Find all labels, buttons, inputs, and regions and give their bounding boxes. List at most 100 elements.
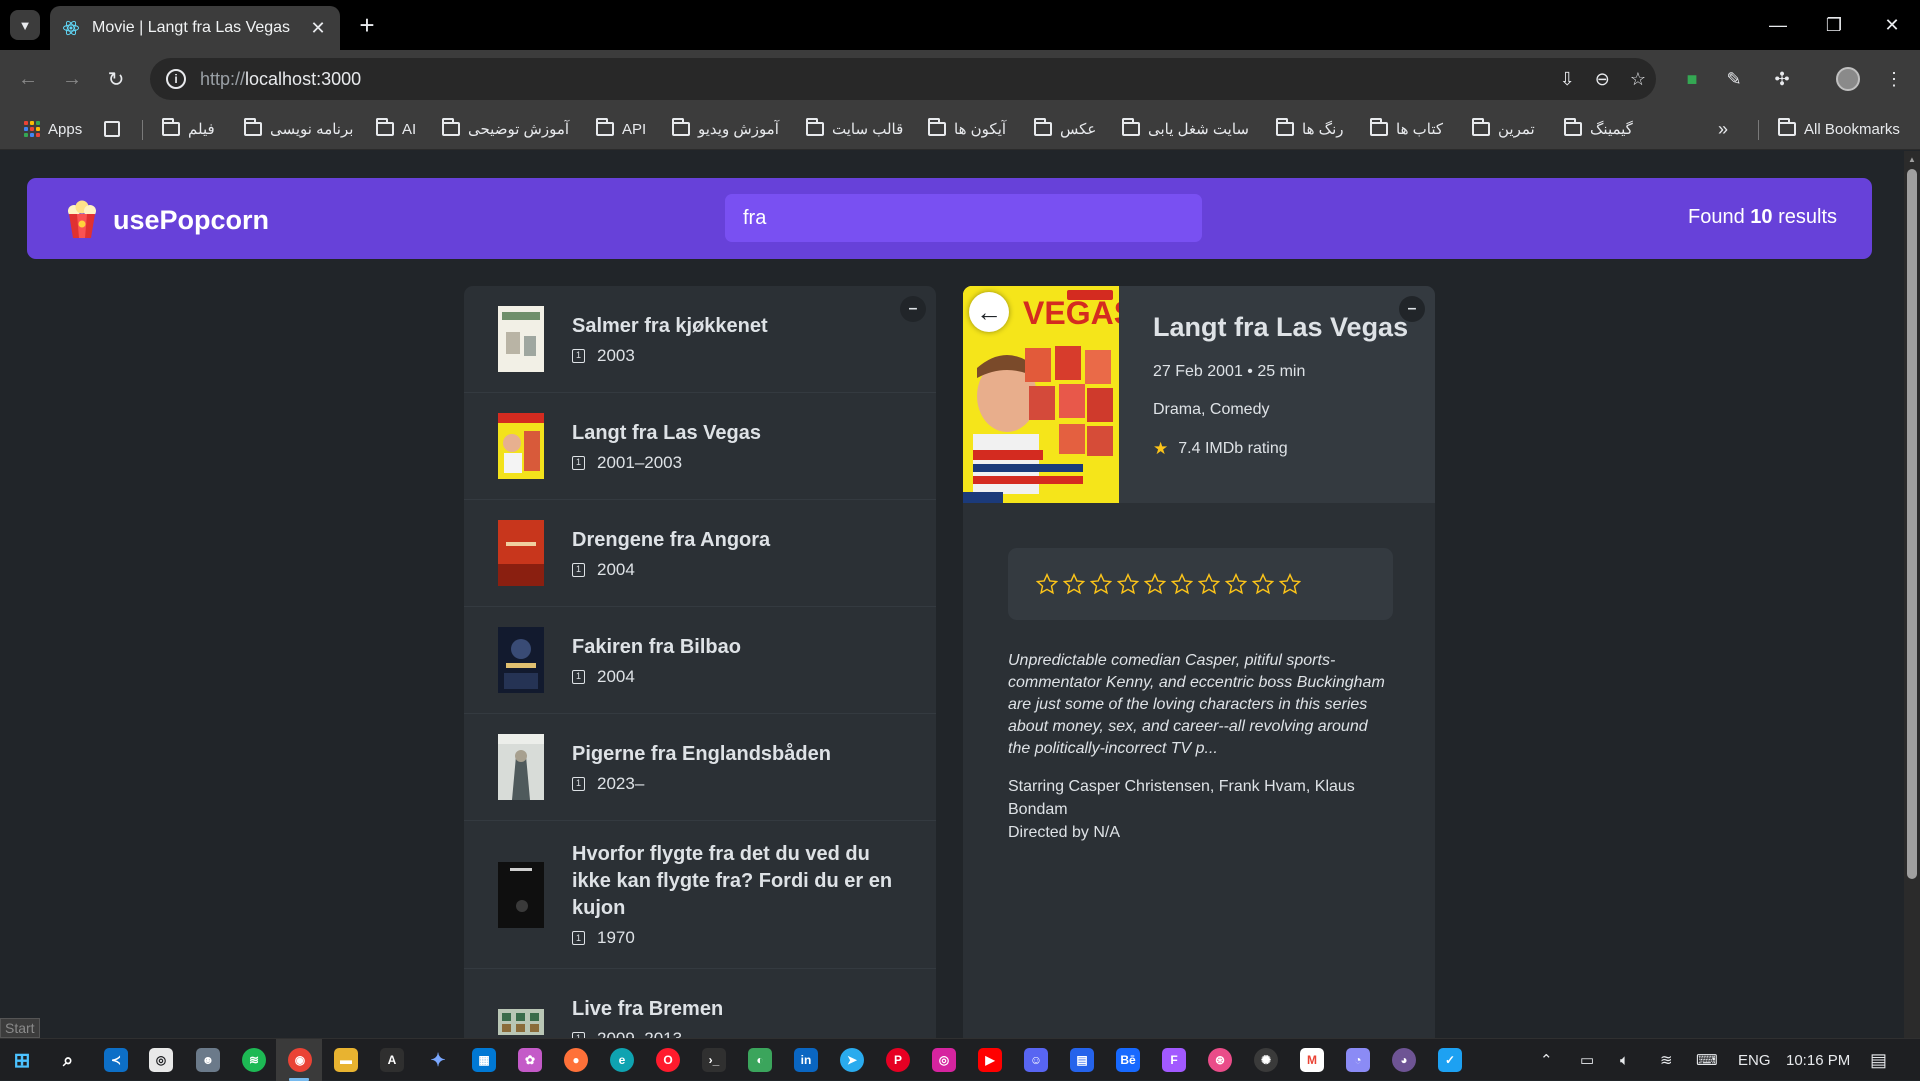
movie-list-item[interactable]: Salmer fra kjøkkenet 1 2003 [464, 286, 936, 393]
tab-close-icon[interactable]: ✕ [308, 18, 328, 38]
movie-list-item-selected[interactable]: Langt fra Las Vegas 1 2001–2003 [464, 393, 936, 500]
instagram-icon[interactable]: ◎ [932, 1048, 956, 1072]
vscode-icon[interactable]: ≺ [104, 1048, 128, 1072]
bookmark-folder[interactable]: AI [376, 118, 416, 140]
back-arrow-icon[interactable]: ← [12, 63, 44, 95]
bookmark-folder[interactable]: فیلم [162, 118, 215, 140]
address-bar[interactable]: i http://localhost:3000 ⇩ ⊖ ☆ [150, 58, 1656, 100]
telegram-icon[interactable]: ➤ [840, 1048, 864, 1072]
app-colorful-icon[interactable]: ✿ [518, 1048, 542, 1072]
rating-star-icon[interactable] [1090, 573, 1112, 595]
tab-groups-icon[interactable] [104, 118, 120, 140]
bookmark-folder[interactable]: آموزش ویدیو [672, 118, 779, 140]
clock[interactable]: 10:16 PM [1786, 1039, 1850, 1081]
rating-star-icon[interactable] [1144, 573, 1166, 595]
bookmark-star-icon[interactable]: ☆ [1630, 69, 1646, 90]
figma-icon[interactable]: F [1162, 1048, 1186, 1072]
minimize-button[interactable]: — [1758, 8, 1798, 42]
dribbble-icon[interactable]: ⊛ [1208, 1048, 1232, 1072]
movie-list-item[interactable]: Live fra Bremen 1 2009–2013 [464, 969, 936, 1038]
app-purple-icon[interactable]: ◔ [1346, 1048, 1370, 1072]
movie-list-box[interactable]: – Salmer fra kjøkkenet 1 2003 Langt fra L… [464, 286, 936, 1038]
scroll-thumb[interactable] [1907, 169, 1917, 879]
profile-avatar-icon[interactable] [1832, 63, 1864, 95]
movie-list-item[interactable]: Fakiren fra Bilbao 1 2004 [464, 607, 936, 714]
terminal-icon[interactable]: ›_ [702, 1048, 726, 1072]
wifi-icon[interactable]: ≋ [1660, 1039, 1673, 1081]
app-green-icon[interactable]: ◐ [748, 1048, 772, 1072]
chrome-icon[interactable]: ◉ [288, 1048, 312, 1072]
bookmark-folder[interactable]: سایت شغل یابی [1122, 118, 1249, 140]
close-window-button[interactable]: ✕ [1872, 8, 1912, 42]
tab-search-button[interactable]: ▼ [10, 10, 40, 40]
youtube-icon[interactable]: ▶ [978, 1048, 1002, 1072]
gmail-icon[interactable]: M [1300, 1048, 1324, 1072]
all-bookmarks-folder[interactable]: All Bookmarks [1778, 118, 1900, 140]
app-check-icon[interactable]: ✓ [1438, 1048, 1462, 1072]
rating-star-icon[interactable] [1279, 573, 1301, 595]
app-a-icon[interactable]: A [380, 1048, 404, 1072]
rating-star-icon[interactable] [1036, 573, 1058, 595]
language-indicator[interactable]: ENG [1738, 1039, 1771, 1081]
bookmark-folder[interactable]: تمرین [1472, 118, 1535, 140]
rating-star-icon[interactable] [1171, 573, 1193, 595]
behance-icon[interactable]: Bē [1116, 1048, 1140, 1072]
browser-menu-icon[interactable]: ⋮ [1878, 63, 1910, 95]
discord-icon[interactable]: ☺ [1024, 1048, 1048, 1072]
bookmark-folder[interactable]: برنامه نویسی [244, 118, 353, 140]
extension-pen-icon[interactable]: ✎ [1718, 63, 1750, 95]
movie-list-item[interactable]: Pigerne fra Englandsbåden 1 2023– [464, 714, 936, 821]
bookmark-folder[interactable]: کتاب ها [1370, 118, 1443, 140]
spotify-icon[interactable]: ≋ [242, 1048, 266, 1072]
openai-icon[interactable]: ✺ [1254, 1048, 1278, 1072]
extension-green-icon[interactable]: ■ [1676, 63, 1708, 95]
bookmark-folder[interactable]: عکس [1034, 118, 1096, 140]
page-scrollbar[interactable]: ▲ [1904, 151, 1920, 1038]
linkedin-icon[interactable]: in [794, 1048, 818, 1072]
movie-list-item[interactable]: Drengene fra Angora 1 2004 [464, 500, 936, 607]
movie-list-item[interactable]: Hvorfor flygte fra det du ved du ikke ka… [464, 821, 936, 969]
restore-button[interactable]: ❐ [1814, 8, 1854, 42]
rating-star-icon[interactable] [1198, 573, 1220, 595]
toggle-list-button[interactable]: – [900, 296, 926, 322]
bookmark-folder[interactable]: گیمینگ [1564, 118, 1633, 140]
site-info-icon[interactable]: i [166, 69, 186, 89]
bookmarks-overflow-icon[interactable]: » [1718, 118, 1728, 140]
toggle-details-button[interactable]: – [1399, 296, 1425, 322]
bookmark-folder[interactable]: آموزش توضیحی [442, 118, 569, 140]
edge-icon[interactable]: e [610, 1048, 634, 1072]
file-explorer-icon[interactable]: ▬ [334, 1048, 358, 1072]
pinterest-icon[interactable]: P [886, 1048, 910, 1072]
volume-icon[interactable]: 🔈︎ [1620, 1039, 1629, 1081]
install-app-icon[interactable]: ⇩ [1560, 69, 1575, 90]
new-tab-button[interactable]: + [352, 10, 382, 40]
chatgpt-icon[interactable]: ◎ [149, 1048, 173, 1072]
keyboard-icon[interactable]: ⌨ [1696, 1039, 1718, 1081]
extensions-puzzle-icon[interactable]: ✣ [1766, 63, 1798, 95]
notification-icon[interactable]: ▤ [1870, 1039, 1887, 1081]
search-icon[interactable]: ⌕ [56, 1048, 80, 1072]
browser-tab-active[interactable]: Movie | Langt fra Las Vegas ✕ [50, 6, 340, 50]
store-icon[interactable]: ▦ [472, 1048, 496, 1072]
bookmark-folder[interactable]: API [596, 118, 646, 140]
app-blue-icon[interactable]: ▤ [1070, 1048, 1094, 1072]
tray-overflow-icon[interactable]: ⌃ [1540, 1039, 1553, 1081]
zoom-icon[interactable]: ⊖ [1595, 69, 1610, 90]
rating-star-icon[interactable] [1225, 573, 1247, 595]
back-button[interactable]: ← [969, 292, 1009, 332]
bookmark-folder[interactable]: آیکون ها [928, 118, 1006, 140]
firefox-icon[interactable]: ● [564, 1048, 588, 1072]
bookmark-apps[interactable]: Apps [24, 118, 82, 140]
forward-arrow-icon[interactable]: → [56, 63, 88, 95]
battery-icon[interactable]: ▭ [1580, 1039, 1594, 1081]
reload-icon[interactable]: ↻ [100, 63, 132, 95]
rating-star-icon[interactable] [1252, 573, 1274, 595]
rating-star-icon[interactable] [1117, 573, 1139, 595]
windows-start-icon[interactable]: ⊞ [10, 1048, 34, 1072]
github-icon[interactable]: ◕ [1392, 1048, 1416, 1072]
copilot-sparkle-icon[interactable]: ✦ [426, 1048, 450, 1072]
bookmark-folder[interactable]: رنگ ها [1276, 118, 1344, 140]
scroll-up-icon[interactable]: ▲ [1907, 155, 1917, 164]
opera-icon[interactable]: O [656, 1048, 680, 1072]
app-user-icon[interactable]: ☻ [196, 1048, 220, 1072]
